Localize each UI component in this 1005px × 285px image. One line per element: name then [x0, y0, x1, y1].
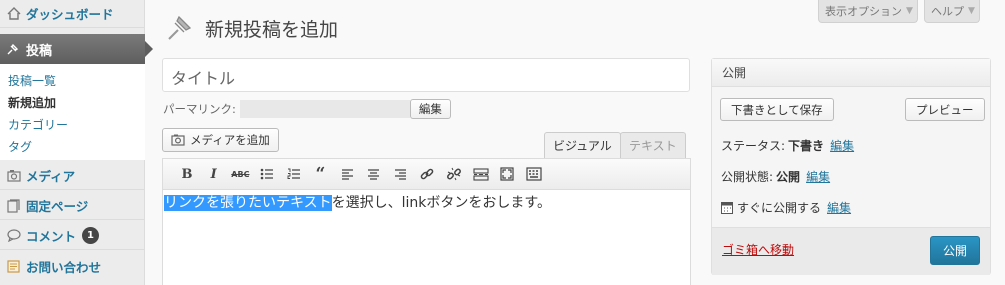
permalink-label: パーマリンク:	[163, 102, 236, 116]
page-title: 新規投稿を追加	[205, 19, 339, 41]
italic-icon[interactable]: I	[202, 163, 226, 185]
status-edit-link[interactable]: 編集	[830, 137, 854, 154]
menu-media-label: メディア	[26, 169, 76, 184]
permalink-row: パーマリンク: 編集	[163, 99, 451, 119]
menu-media[interactable]: メディア	[0, 162, 145, 190]
screen-options-label: 表示オプション	[825, 5, 902, 18]
save-draft-button[interactable]: 下書きとして保存	[720, 98, 834, 121]
menu-pages-label: 固定ページ	[26, 199, 89, 214]
posts-submenu: 投稿一覧 新規追加 カテゴリー タグ	[0, 64, 145, 160]
blockquote-icon[interactable]: “	[308, 163, 332, 185]
publish-actions: ゴミ箱へ移動 公開	[712, 227, 990, 275]
move-to-trash-link[interactable]: ゴミ箱へ移動	[722, 241, 794, 258]
menu-contact-label: お問い合わせ	[26, 259, 102, 275]
status-label: ステータス:	[721, 139, 786, 153]
editor-content[interactable]: リンクを張りたいテキストを選択し、linkボタンをおします。	[163, 190, 690, 216]
align-center-icon[interactable]	[362, 163, 386, 185]
chevron-down-icon: ▼	[906, 6, 913, 16]
home-icon	[6, 6, 21, 21]
permalink-slug	[239, 100, 410, 118]
schedule-edit-link[interactable]: 編集	[827, 199, 851, 216]
screen-options-tab[interactable]: 表示オプション ▼	[818, 0, 918, 23]
menu-comments[interactable]: コメント 1	[0, 222, 145, 250]
strikethrough-icon[interactable]: ABC	[228, 163, 252, 185]
pushpin-icon	[165, 12, 195, 45]
publish-box: 公開 下書きとして保存 プレビュー ステータス: 下書き 編集 公開状態: 公開…	[711, 58, 991, 275]
help-label: ヘルプ	[931, 5, 964, 18]
align-left-icon[interactable]	[335, 163, 359, 185]
link-icon[interactable]	[415, 163, 439, 185]
pin-icon	[6, 43, 21, 56]
editor-toolbar: B I ABC “	[163, 159, 690, 190]
tab-text[interactable]: テキスト	[620, 132, 686, 158]
add-media-button[interactable]: メディアを追加	[162, 128, 279, 152]
submenu-tags[interactable]: タグ	[0, 136, 145, 158]
visibility-edit-link[interactable]: 編集	[806, 168, 830, 185]
comment-count-badge: 1	[82, 227, 100, 244]
kitchen-sink-icon[interactable]	[522, 163, 546, 185]
menu-posts-label: 投稿	[26, 43, 53, 59]
fullscreen-icon[interactable]	[495, 163, 519, 185]
submenu-all-posts[interactable]: 投稿一覧	[0, 70, 145, 92]
bullet-list-icon[interactable]	[255, 163, 279, 185]
page-header: 新規投稿を追加	[165, 12, 338, 45]
submenu-categories[interactable]: カテゴリー	[0, 114, 145, 136]
media-icon	[6, 168, 21, 183]
submenu-add-new[interactable]: 新規追加	[0, 92, 145, 114]
comment-icon	[6, 228, 21, 243]
visibility-label: 公開状態:	[721, 170, 774, 184]
menu-contact[interactable]: お問い合わせ	[0, 252, 145, 280]
status-row: ステータス: 下書き 編集	[721, 137, 854, 154]
permalink-edit-button[interactable]: 編集	[409, 99, 451, 119]
schedule-row: すぐに公開する 編集	[721, 199, 851, 216]
chevron-down-icon: ▼	[968, 6, 975, 16]
publish-box-title: 公開	[712, 59, 990, 87]
align-right-icon[interactable]	[389, 163, 413, 185]
publish-button[interactable]: 公開	[930, 236, 980, 265]
post-title-input[interactable]: タイトル	[162, 58, 690, 92]
menu-posts[interactable]: 投稿	[0, 34, 153, 64]
menu-pages[interactable]: 固定ページ	[0, 192, 145, 220]
numbered-list-icon[interactable]	[282, 163, 306, 185]
pages-icon	[6, 198, 21, 213]
menu-dashboard-label: ダッシュボード	[26, 7, 114, 22]
schedule-label: すぐに公開する	[737, 201, 822, 215]
contact-form-icon	[6, 259, 21, 274]
unlink-icon[interactable]	[442, 163, 466, 185]
menu-comments-label: コメント	[26, 229, 77, 244]
visibility-value: 公開	[776, 170, 801, 184]
admin-sidebar: ダッシュボード 投稿 投稿一覧 新規追加 カテゴリー タグ メディア 固定ページ…	[0, 0, 153, 285]
calendar-icon	[721, 201, 733, 214]
selected-text: リンクを張りたいテキスト	[164, 195, 332, 211]
help-tab[interactable]: ヘルプ ▼	[924, 0, 980, 23]
add-media-label: メディアを追加	[190, 133, 270, 147]
editor-text: を選択し、linkボタンをおします。	[331, 195, 551, 211]
media-icon	[171, 134, 185, 146]
tab-visual[interactable]: ビジュアル	[544, 132, 621, 158]
preview-button[interactable]: プレビュー	[905, 98, 985, 121]
status-value: 下書き	[788, 139, 825, 153]
menu-dashboard[interactable]: ダッシュボード	[0, 0, 145, 28]
insert-more-icon[interactable]	[469, 163, 493, 185]
content-editor: B I ABC “ リンクを張りたいテキストを選択し、linkボタンをおします。	[162, 158, 691, 285]
bold-icon[interactable]: B	[175, 163, 199, 185]
visibility-row: 公開状態: 公開 編集	[721, 168, 830, 185]
